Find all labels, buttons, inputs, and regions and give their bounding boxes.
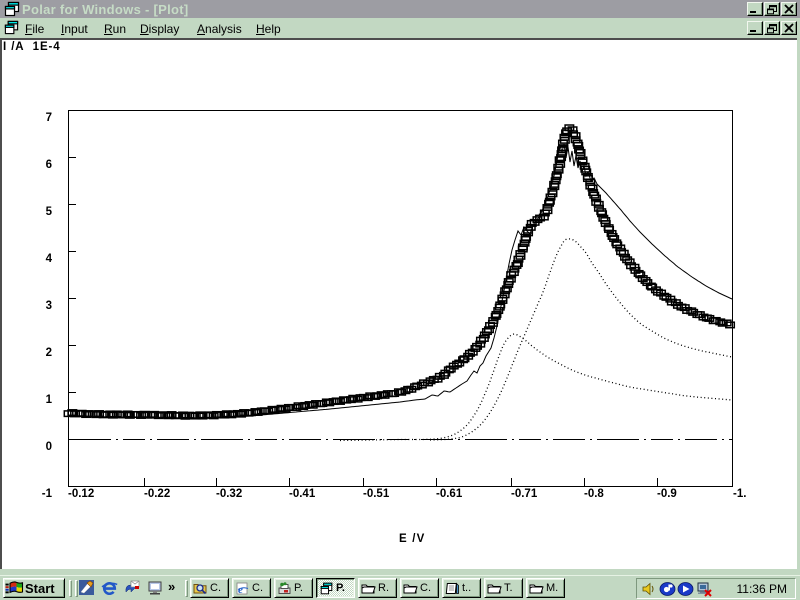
svg-text:5: 5: [46, 206, 53, 218]
svg-text:7: 7: [46, 112, 52, 124]
svg-text:-1: -1: [42, 488, 53, 500]
svg-text:-0.41: -0.41: [289, 488, 316, 500]
svg-text:-0.32: -0.32: [216, 488, 242, 500]
svg-text:-0.9: -0.9: [657, 488, 677, 500]
svg-text:3: 3: [46, 300, 52, 312]
svg-text:1: 1: [46, 394, 53, 406]
svg-text:-0.12: -0.12: [68, 488, 94, 500]
svg-text:0: 0: [46, 441, 52, 453]
svg-text:E /V: E /V: [399, 533, 426, 545]
svg-text:4: 4: [46, 253, 53, 265]
svg-text:-0.61: -0.61: [436, 488, 463, 500]
svg-text:I /A 1E-4: I /A 1E-4: [3, 41, 61, 53]
svg-text:-0.71: -0.71: [511, 488, 538, 500]
svg-text:-0.22: -0.22: [144, 488, 170, 500]
svg-text:-0.8: -0.8: [584, 488, 604, 500]
svg-text:-0.51: -0.51: [363, 488, 390, 500]
svg-text:-1.: -1.: [733, 488, 746, 500]
svg-text:2: 2: [46, 347, 52, 359]
svg-text:6: 6: [46, 159, 52, 171]
